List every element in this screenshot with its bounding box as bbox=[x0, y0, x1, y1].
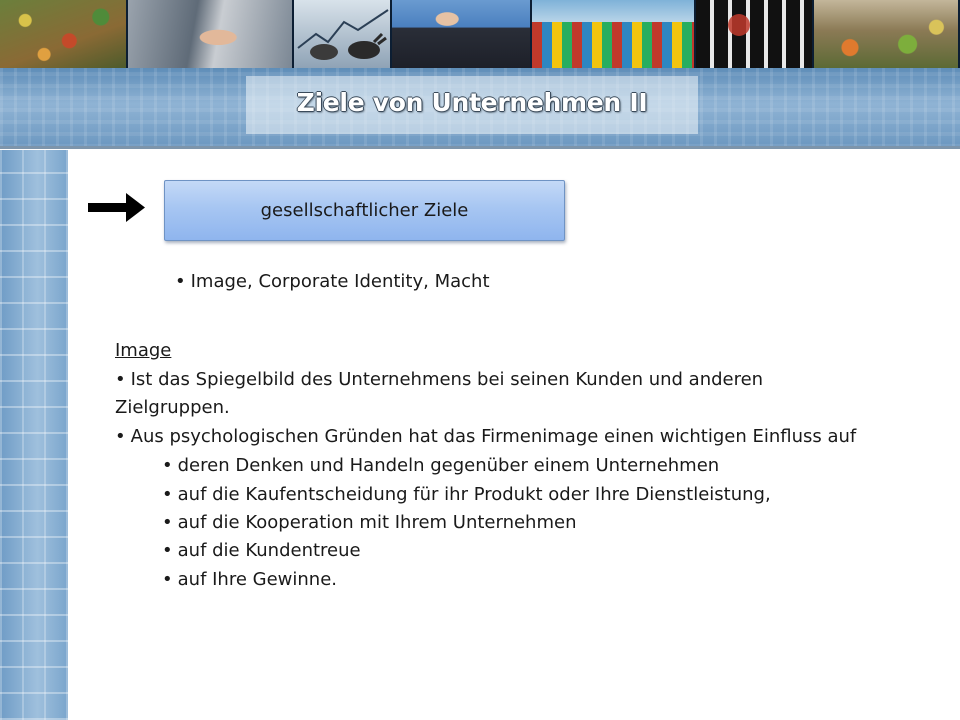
goal-category-box: gesellschaftlicher Ziele bbox=[164, 180, 565, 241]
sub-list-item: • auf die Kaufentscheidung für ihr Produk… bbox=[162, 484, 771, 505]
bullet-glyph: • bbox=[115, 369, 126, 390]
bullet-glyph: • bbox=[162, 569, 173, 590]
bullet-glyph: • bbox=[175, 271, 186, 292]
bullet-glyph: • bbox=[162, 512, 173, 533]
container-port-photo bbox=[532, 0, 696, 68]
list-item-continuation: Zielgruppen. bbox=[115, 397, 230, 418]
sub-point-text: auf die Kooperation mit Ihrem Unternehme… bbox=[177, 512, 577, 533]
sub-list-item: • auf die Kooperation mit Ihrem Unternehm… bbox=[162, 512, 576, 533]
decorative-sidebar bbox=[0, 150, 68, 720]
point-text: Aus psychologischen Gründen hat das Firm… bbox=[130, 426, 857, 447]
bullet-glyph: • bbox=[162, 540, 173, 561]
summary-bullet: • Image, Corporate Identity, Macht bbox=[175, 271, 490, 292]
bullet-glyph: • bbox=[162, 455, 173, 476]
vegetable-market-photo bbox=[814, 0, 958, 68]
market-stalls-photo bbox=[0, 0, 128, 68]
sub-list-item: • deren Denken und Handeln gegenüber eine… bbox=[162, 455, 719, 476]
point-text: Ist das Spiegelbild des Unternehmens bei… bbox=[130, 369, 764, 390]
sub-list-item: • auf die Kundentreue bbox=[162, 540, 361, 561]
business-meeting-photo bbox=[392, 0, 532, 68]
list-item: • Aus psychologischen Gründen hat das Fir… bbox=[115, 426, 856, 447]
goal-category-label: gesellschaftlicher Ziele bbox=[260, 200, 469, 221]
handshake-photo bbox=[128, 0, 294, 68]
sub-point-text: deren Denken und Handeln gegenüber einem… bbox=[177, 455, 720, 476]
summary-text: Image, Corporate Identity, Macht bbox=[190, 271, 490, 292]
header-divider bbox=[0, 146, 960, 149]
list-item: • Ist das Spiegelbild des Unternehmens be… bbox=[115, 369, 763, 390]
sub-point-text: auf Ihre Gewinne. bbox=[177, 569, 337, 590]
slide-title: Ziele von Unternehmen II bbox=[296, 88, 648, 117]
sub-point-text: auf die Kundentreue bbox=[177, 540, 361, 561]
bullet-glyph: • bbox=[162, 484, 173, 505]
right-arrow-icon bbox=[88, 193, 145, 222]
bull-and-bear-photo bbox=[294, 0, 392, 68]
header-photo-strip bbox=[0, 0, 960, 68]
office-window-photo bbox=[696, 0, 814, 68]
sub-point-text: auf die Kaufentscheidung für ihr Produkt… bbox=[177, 484, 771, 505]
section-heading: Image bbox=[115, 340, 172, 361]
sub-list-item: • auf Ihre Gewinne. bbox=[162, 569, 337, 590]
bullet-glyph: • bbox=[115, 426, 126, 447]
point-text: Zielgruppen. bbox=[115, 397, 230, 418]
